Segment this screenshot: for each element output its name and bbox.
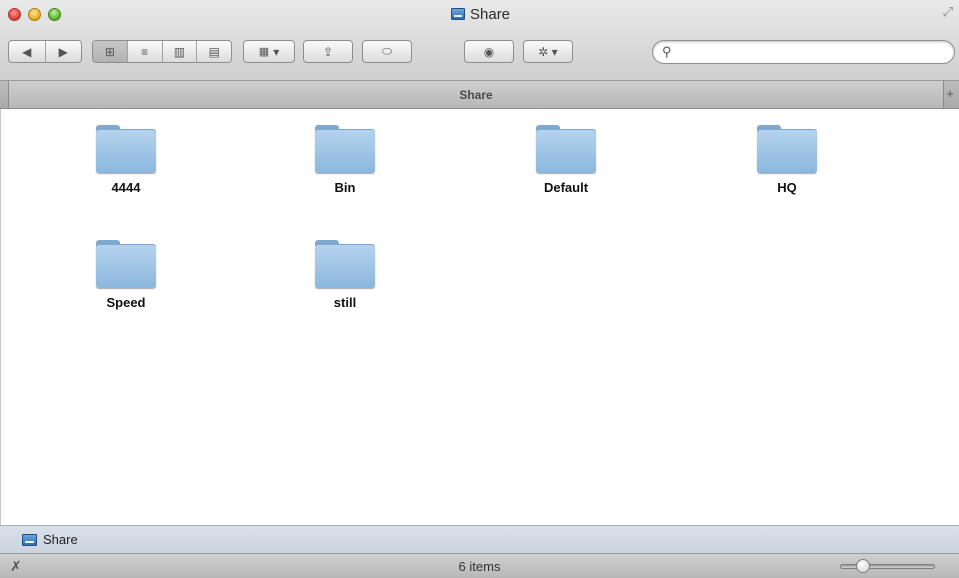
new-tab-button[interactable]: + (943, 83, 957, 105)
folder-item[interactable]: HQ (727, 125, 847, 195)
folder-item[interactable]: 4444 (66, 125, 186, 195)
drive-icon (451, 8, 465, 20)
folder-label: 4444 (111, 180, 141, 195)
list-view-button[interactable]: ≡ (126, 41, 162, 62)
grid-icon: ▦ (258, 46, 270, 58)
finder-window: Share ⤢ ◀ ▶ ⊞ ≡ ▥ ▤ ▦ ▾ ⇪ ⬭ ◉ ✲ ▾ ⚲ Shar… (0, 0, 959, 578)
file-browser-content: 4444 Bin Default HQ Speed still (0, 109, 959, 525)
close-window-button[interactable] (8, 8, 21, 21)
gear-icon: ✲ ▾ (538, 44, 558, 59)
search-field[interactable]: ⚲ (652, 40, 955, 64)
folder-icon (315, 240, 375, 288)
folder-label: still (333, 295, 357, 310)
item-count: 6 items (458, 559, 501, 574)
tag-icon: ⬭ (381, 44, 393, 58)
folder-icon (96, 125, 156, 173)
column-view-button[interactable]: ▥ (161, 41, 197, 62)
status-bar: ✗ 6 items (0, 553, 959, 578)
fullscreen-icon[interactable]: ⤢ (943, 4, 953, 20)
back-button[interactable]: ◀ (9, 41, 45, 62)
slider-thumb[interactable] (856, 559, 870, 573)
eye-icon: ◉ (483, 44, 495, 59)
share-icon: ⇪ (322, 44, 334, 59)
window-title-text: Share (470, 5, 511, 23)
zoom-window-button[interactable] (48, 8, 61, 21)
arrange-button[interactable]: ▦ ▾ (243, 40, 295, 63)
search-input[interactable] (679, 43, 943, 63)
tab-bar: Share + (0, 81, 959, 109)
folder-label: Speed (106, 295, 146, 310)
chevron-down-icon: ▾ (273, 44, 280, 59)
folder-label: Bin (334, 180, 356, 195)
back-forward-control: ◀ ▶ (8, 40, 82, 63)
view-mode-control: ⊞ ≡ ▥ ▤ (92, 40, 232, 63)
action-menu-button[interactable]: ✲ ▾ (523, 40, 573, 63)
path-item-share[interactable]: Share (43, 532, 78, 547)
quick-look-button[interactable]: ◉ (464, 40, 514, 63)
folder-icon (536, 125, 596, 173)
folder-item[interactable]: Bin (285, 125, 405, 195)
folder-icon (96, 240, 156, 288)
folder-label: HQ (777, 180, 797, 195)
tab-share[interactable]: Share (8, 81, 944, 108)
folder-label: Default (543, 180, 589, 195)
toolbar: Share ⤢ ◀ ▶ ⊞ ≡ ▥ ▤ ▦ ▾ ⇪ ⬭ ◉ ✲ ▾ ⚲ (0, 0, 959, 81)
drive-icon (22, 533, 37, 546)
share-button[interactable]: ⇪ (303, 40, 353, 63)
tab-label: Share (459, 87, 493, 102)
folder-icon (757, 125, 817, 173)
minimize-window-button[interactable] (28, 8, 41, 21)
window-title: Share (451, 4, 510, 24)
path-bar: Share (0, 525, 959, 553)
forward-button[interactable]: ▶ (44, 41, 82, 62)
tags-button[interactable]: ⬭ (362, 40, 412, 63)
coverflow-view-button[interactable]: ▤ (196, 41, 231, 62)
icon-size-slider[interactable] (840, 559, 935, 573)
search-icon: ⚲ (662, 44, 672, 59)
folder-item[interactable]: Default (506, 125, 626, 195)
slider-track (840, 564, 935, 569)
folder-item[interactable]: Speed (66, 240, 186, 310)
folder-item[interactable]: still (285, 240, 405, 310)
folder-icon (315, 125, 375, 173)
icon-view-button[interactable]: ⊞ (93, 41, 127, 62)
